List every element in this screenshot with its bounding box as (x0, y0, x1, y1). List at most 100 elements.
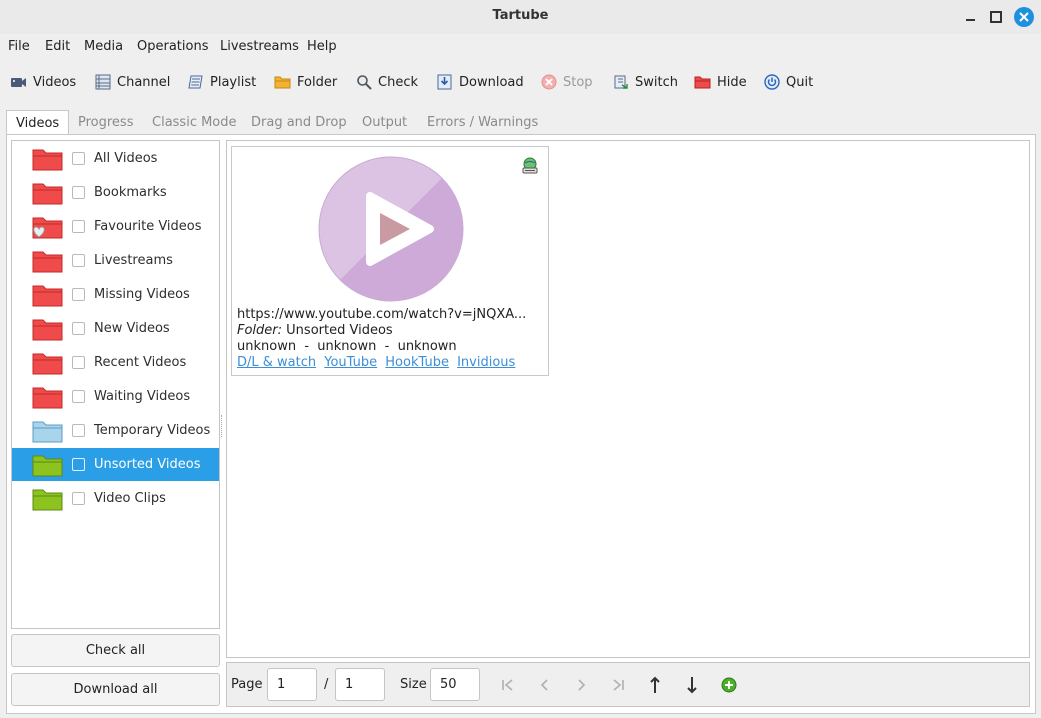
download-label: Download (459, 74, 524, 90)
switch-label: Switch (635, 74, 678, 90)
videos-button[interactable]: Videos (10, 71, 76, 93)
switch-icon (612, 74, 629, 91)
page-separator: / (324, 677, 329, 692)
folder-label: Video Clips (94, 491, 166, 506)
folder-item-all-videos[interactable]: All Videos (12, 142, 219, 175)
check-all-button[interactable]: Check all (11, 634, 220, 667)
tab-errors-warnings[interactable]: Errors / Warnings (427, 110, 538, 135)
stop-button[interactable]: Stop (540, 71, 593, 93)
tab-output[interactable]: Output (362, 110, 407, 135)
video-camera-icon (10, 74, 27, 91)
folder-item-waiting-videos[interactable]: Waiting Videos (12, 380, 219, 413)
folder-list: All Videos Bookmarks Favourite Videos Li… (11, 140, 220, 629)
folder-button[interactable]: Folder (274, 71, 337, 93)
pane-splitter[interactable] (221, 415, 224, 437)
hide-button[interactable]: Hide (694, 71, 747, 93)
tab-progress[interactable]: Progress (78, 110, 133, 135)
folder-checkbox[interactable] (72, 152, 85, 165)
red-folder-icon (32, 285, 63, 307)
folder-checkbox[interactable] (72, 186, 85, 199)
previous-page-button[interactable] (535, 675, 555, 695)
folder-item-temporary-videos[interactable]: Temporary Videos (12, 414, 219, 447)
folder-checkbox[interactable] (72, 424, 85, 437)
scroll-up-button[interactable] (645, 675, 665, 695)
folder-checkbox[interactable] (72, 356, 85, 369)
download-button[interactable]: Download (436, 71, 524, 93)
red-folder-icon (694, 74, 711, 91)
folder-item-recent-videos[interactable]: Recent Videos (12, 346, 219, 379)
video-card[interactable]: https://www.youtube.com/watch?v=jNQXA...… (231, 146, 549, 376)
close-button[interactable] (1014, 7, 1034, 27)
folder-checkbox[interactable] (72, 458, 85, 471)
add-button[interactable] (719, 675, 739, 695)
invidious-link[interactable]: Invidious (457, 355, 515, 370)
total-pages-field (335, 668, 385, 701)
playlist-button[interactable]: Playlist (187, 71, 256, 93)
red-folder-heart-icon (32, 217, 63, 239)
page-size-input[interactable] (430, 668, 480, 701)
folder-label: All Videos (94, 151, 158, 166)
chevron-left-icon (540, 679, 548, 691)
youtube-link[interactable]: YouTube (324, 355, 377, 370)
folder-checkbox[interactable] (72, 322, 85, 335)
red-folder-icon (32, 149, 63, 171)
folder-checkbox[interactable] (72, 254, 85, 267)
folder-checkbox[interactable] (72, 492, 85, 505)
title-bar: Tartube (0, 0, 1041, 34)
download-icon (436, 74, 453, 91)
playlist-label: Playlist (210, 74, 257, 90)
folder-item-unsorted-videos[interactable]: Unsorted Videos (12, 448, 219, 481)
green-folder-icon (32, 489, 63, 511)
folder-item-video-clips[interactable]: Video Clips (12, 482, 219, 515)
folder-item-favourite-videos[interactable]: Favourite Videos (12, 210, 219, 243)
dl-watch-link[interactable]: D/L & watch (237, 355, 316, 370)
menu-bar: File Edit Media Operations Livestreams H… (0, 34, 1041, 58)
video-meta: unknown - unknown - unknown (237, 339, 457, 354)
menu-edit[interactable]: Edit (45, 39, 70, 54)
hooktube-link[interactable]: HookTube (385, 355, 449, 370)
folder-label: Bookmarks (94, 185, 167, 200)
plus-circle-icon (721, 677, 737, 693)
arrow-up-icon (650, 676, 660, 693)
last-page-button[interactable] (608, 675, 628, 695)
menu-operations[interactable]: Operations (137, 39, 208, 54)
folder-item-missing-videos[interactable]: Missing Videos (12, 278, 219, 311)
video-thumbnail-play-icon[interactable] (318, 156, 464, 302)
pagination-bar: Page / Size (226, 662, 1030, 707)
channel-icon (94, 74, 111, 91)
quit-button[interactable]: Quit (763, 71, 813, 93)
last-page-icon (613, 679, 624, 691)
tab-drag-and-drop[interactable]: Drag and Drop (251, 110, 347, 135)
folder-label: Folder (297, 74, 338, 90)
download-all-button[interactable]: Download all (11, 673, 220, 706)
channel-button[interactable]: Channel (94, 71, 170, 93)
folder-checkbox[interactable] (72, 288, 85, 301)
next-page-button[interactable] (571, 675, 591, 695)
check-button[interactable]: Check (355, 71, 418, 93)
folder-checkbox[interactable] (72, 390, 85, 403)
switch-button[interactable]: Switch (612, 71, 678, 93)
folder-item-bookmarks[interactable]: Bookmarks (12, 176, 219, 209)
menu-media[interactable]: Media (84, 39, 123, 54)
red-folder-icon (32, 353, 63, 375)
menu-help[interactable]: Help (307, 39, 337, 54)
menu-livestreams[interactable]: Livestreams (220, 39, 299, 54)
folder-label: Missing Videos (94, 287, 190, 302)
folder-label: Temporary Videos (94, 423, 211, 438)
folder-item-livestreams[interactable]: Livestreams (12, 244, 219, 277)
menu-file[interactable]: File (8, 39, 30, 54)
minimize-button[interactable] (961, 8, 979, 26)
quit-label: Quit (786, 74, 814, 90)
channel-label: Channel (117, 74, 171, 90)
first-page-button[interactable] (498, 675, 518, 695)
video-url: https://www.youtube.com/watch?v=jNQXA... (237, 307, 527, 322)
folder-checkbox[interactable] (72, 220, 85, 233)
tab-bar: Videos Progress Classic Mode Drag and Dr… (6, 110, 1036, 136)
page-input[interactable] (267, 668, 317, 701)
scroll-down-button[interactable] (682, 675, 702, 695)
maximize-button[interactable] (987, 8, 1005, 26)
folder-item-new-videos[interactable]: New Videos (12, 312, 219, 345)
green-folder-icon (32, 455, 63, 477)
tab-videos[interactable]: Videos (6, 110, 70, 136)
tab-classic-mode[interactable]: Classic Mode (152, 110, 237, 135)
